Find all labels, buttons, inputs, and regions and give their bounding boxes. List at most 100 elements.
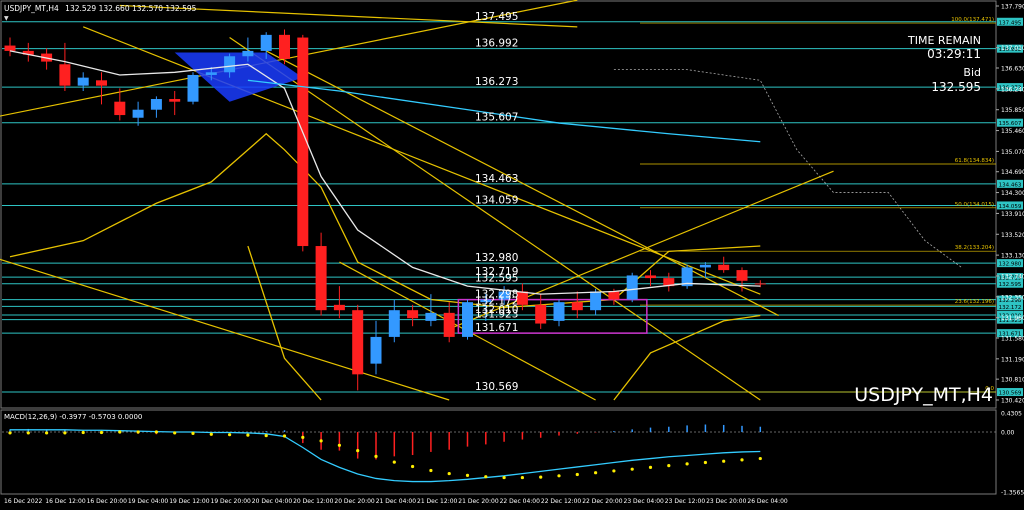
symbol-watermark: USDJPY_MT,H4 bbox=[854, 384, 993, 406]
macd-signal-dot bbox=[209, 432, 213, 436]
time-tick-label: 19 Dec 04:00 bbox=[128, 498, 169, 505]
symbol-name: USDJPY_MT,H4 bbox=[4, 4, 59, 13]
level-price-label: 130.569 bbox=[475, 381, 518, 393]
macd-signal-dot bbox=[337, 443, 341, 447]
time-tick-label: 21 Dec 20:00 bbox=[458, 498, 499, 505]
macd-signal-dot bbox=[447, 471, 451, 476]
candle-body bbox=[242, 50, 254, 57]
candle-body bbox=[699, 264, 711, 268]
macd-signal-dot bbox=[81, 430, 85, 435]
price-tick-label: 131.580 bbox=[1001, 335, 1024, 342]
price-tick-label: 134.300 bbox=[1001, 190, 1024, 197]
price-tick-label: 134.690 bbox=[1001, 169, 1024, 176]
macd-signal-dot bbox=[392, 460, 396, 464]
price-tick-label: 132.740 bbox=[1001, 273, 1024, 280]
macd-signal-dot bbox=[246, 433, 250, 437]
time-tick-label: 23 Dec 04:00 bbox=[624, 498, 665, 505]
candle-body bbox=[535, 304, 547, 324]
price-tick-label: 137.010 bbox=[1001, 45, 1024, 52]
candle-body bbox=[718, 264, 730, 271]
macd-signal-dot bbox=[740, 458, 744, 462]
candle-body bbox=[279, 34, 290, 59]
macd-tick-label: -1.3565 bbox=[1001, 490, 1024, 497]
macd-signal-dot bbox=[667, 464, 671, 468]
time-remain-label: TIME REMAIN bbox=[907, 34, 981, 47]
level-price-label: 136.273 bbox=[475, 76, 518, 88]
candle-body bbox=[608, 291, 620, 300]
time-tick-label: 23 Dec 12:00 bbox=[665, 498, 706, 505]
level-axis-tag-label: 132.172 bbox=[999, 305, 1022, 311]
macd-tick-label: 0.00 bbox=[1001, 430, 1015, 437]
level-price-label: 134.463 bbox=[475, 173, 518, 185]
time-tick-label: 21 Dec 04:00 bbox=[376, 498, 417, 505]
candle-body bbox=[516, 291, 528, 305]
price-tick-label: 133.130 bbox=[1001, 253, 1024, 260]
price-tick-label: 130.810 bbox=[1001, 377, 1024, 384]
level-price-label: 137.495 bbox=[475, 11, 518, 23]
candle-body bbox=[626, 275, 638, 300]
macd-signal-dot bbox=[502, 475, 506, 480]
macd-signal-dot bbox=[557, 474, 561, 478]
time-tick-label: 22 Dec 12:00 bbox=[541, 498, 582, 505]
macd-signal-dot bbox=[648, 465, 653, 469]
macd-signal-dot bbox=[173, 431, 177, 435]
level-price-label: 136.992 bbox=[475, 38, 518, 50]
price-tick-label: 135.070 bbox=[1001, 149, 1024, 156]
candle-body bbox=[59, 64, 71, 86]
candle-body bbox=[736, 270, 748, 281]
time-tick-label: 21 Dec 12:00 bbox=[417, 498, 458, 505]
candle-body bbox=[132, 109, 144, 118]
fib-label: 50.0(134.015) bbox=[955, 202, 994, 208]
macd-signal-dot bbox=[356, 448, 360, 453]
macd-signal-dot bbox=[154, 430, 158, 434]
time-tick-label: 16 Dec 2022 bbox=[4, 498, 43, 505]
level-price-label: 134.059 bbox=[475, 194, 518, 206]
macd-signal-dot bbox=[118, 430, 122, 434]
candle-body bbox=[352, 310, 364, 375]
forex-chart[interactable]: 100.0(137.471) 61.8(134.834) 50.0(134.015)… bbox=[0, 0, 1024, 510]
level-price-label: 131.671 bbox=[475, 322, 518, 334]
price-tick-label: 133.910 bbox=[1001, 211, 1024, 218]
macd-signal-dot bbox=[429, 468, 433, 473]
time-tick-label: 20 Dec 12:00 bbox=[293, 498, 334, 505]
candle-body bbox=[645, 275, 656, 279]
time-tick-label: 22 Dec 04:00 bbox=[500, 498, 541, 505]
candle-body bbox=[370, 336, 382, 364]
macd-signal-dot bbox=[319, 439, 323, 443]
fib-label: 23.6(132.196) bbox=[955, 299, 994, 305]
price-tick-label: 133.520 bbox=[1001, 232, 1024, 239]
bid-label: Bid bbox=[963, 66, 981, 79]
macd-signal-dot bbox=[191, 431, 195, 435]
macd-signal-dot bbox=[575, 472, 579, 477]
candle-body bbox=[114, 101, 126, 116]
time-tick-label: 19 Dec 20:00 bbox=[211, 498, 252, 505]
price-tick-label: 131.190 bbox=[1001, 356, 1024, 363]
macd-tick-label: 0.4305 bbox=[1001, 411, 1022, 418]
level-axis-tag-label: 134.059 bbox=[999, 204, 1022, 210]
candle-body bbox=[4, 45, 16, 51]
macd-signal-dot bbox=[228, 433, 232, 437]
level-axis-tag-label: 137.495 bbox=[999, 20, 1022, 26]
level-axis-tag-label: 135.607 bbox=[999, 121, 1022, 127]
macd-signal-dot bbox=[99, 430, 104, 435]
macd-signal-dot bbox=[630, 467, 634, 471]
price-tick-label: 130.420 bbox=[1001, 398, 1024, 405]
candle-body bbox=[425, 312, 437, 321]
price-tick-label: 132.350 bbox=[1001, 294, 1024, 301]
candle-body bbox=[224, 56, 236, 73]
price-tick-label: 131.960 bbox=[1001, 315, 1024, 322]
macd-signal-dot bbox=[8, 431, 12, 435]
fib-label: 100.0(137.471) bbox=[951, 17, 994, 23]
time-axis: 16 Dec 2022 16 Dec 12:00 16 Dec 20:00 19 De… bbox=[4, 498, 788, 505]
macd-signal-dot bbox=[539, 475, 543, 479]
macd-signal-dot bbox=[63, 431, 67, 435]
level-price-label: 132.980 bbox=[475, 252, 518, 264]
price-tick-label: 136.630 bbox=[1001, 66, 1024, 73]
macd-signal-dot bbox=[411, 464, 415, 469]
candle-body bbox=[590, 291, 602, 311]
level-axis-tag-label: 132.595 bbox=[999, 282, 1022, 288]
candle-body bbox=[553, 302, 565, 321]
symbol-header: USDJPY_MT,H4 132.529 132.660 132.570 132… bbox=[4, 4, 197, 13]
fib-label: 61.8(134.834) bbox=[955, 158, 994, 164]
macd-signal-dot bbox=[594, 471, 598, 475]
